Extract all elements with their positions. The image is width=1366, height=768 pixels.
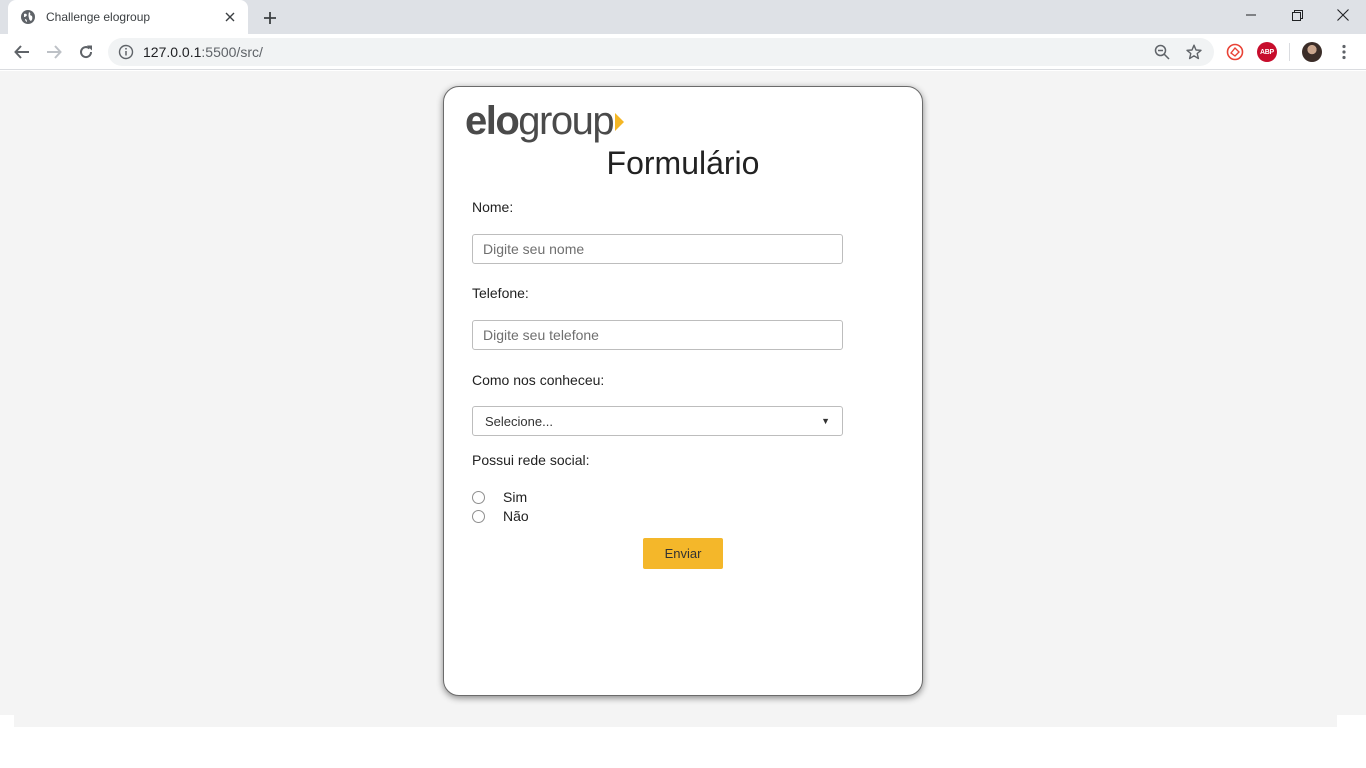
profile-avatar[interactable]	[1302, 42, 1322, 62]
source-select[interactable]: Selecione... ▼	[472, 406, 843, 436]
info-icon[interactable]	[118, 44, 134, 60]
radio-option-sim[interactable]: Sim	[472, 489, 527, 505]
name-input[interactable]	[472, 234, 843, 264]
phone-label: Telefone:	[472, 285, 529, 301]
toolbar-divider	[1289, 43, 1290, 61]
radio-button-nao[interactable]	[472, 509, 485, 523]
name-label: Nome:	[472, 199, 514, 215]
browser-title-bar: Challenge elogroup	[0, 0, 1366, 34]
kebab-menu-icon[interactable]	[1334, 42, 1354, 62]
back-icon[interactable]	[8, 38, 36, 66]
browser-toolbar: 127.0.0.1:5500/src/	[0, 34, 1366, 70]
url-path: :5500/src/	[201, 44, 263, 60]
page-background-bottom	[14, 715, 1337, 727]
address-bar[interactable]: 127.0.0.1:5500/src/	[108, 38, 1214, 66]
restore-icon[interactable]	[1274, 0, 1320, 30]
radio-label-nao: Não	[503, 508, 529, 524]
form-card: elogroup Formulário Nome: Telefone: Como…	[443, 86, 923, 696]
adblock-label: ABP	[1260, 48, 1274, 56]
radio-button-sim[interactable]	[472, 490, 485, 504]
close-tab-icon[interactable]	[222, 9, 238, 25]
submit-button[interactable]: Enviar	[643, 538, 723, 569]
bookmark-star-icon[interactable]	[1186, 44, 1202, 60]
close-window-icon[interactable]	[1320, 0, 1366, 30]
source-select-value: Selecione...	[485, 413, 553, 429]
tab-title: Challenge elogroup	[46, 10, 151, 24]
browser-tab[interactable]: Challenge elogroup	[8, 0, 248, 34]
forward-icon[interactable]	[40, 38, 68, 66]
logo-text: elogroup	[465, 99, 615, 143]
globe-icon	[20, 9, 36, 25]
source-label: Como nos conheceu:	[472, 372, 605, 388]
page-viewport: elogroup Formulário Nome: Telefone: Como…	[0, 71, 1366, 768]
zoom-out-icon[interactable]	[1154, 44, 1170, 60]
social-label: Possui rede social:	[472, 452, 590, 468]
minimize-icon[interactable]	[1228, 0, 1274, 30]
dropdown-caret-icon: ▼	[821, 416, 830, 426]
adblock-icon[interactable]: ABP	[1257, 42, 1277, 62]
phone-input[interactable]	[472, 320, 843, 350]
logo-arrow-icon	[615, 113, 625, 131]
extension-icon[interactable]	[1225, 42, 1245, 62]
url-host: 127.0.0.1	[143, 44, 202, 60]
radio-option-nao[interactable]: Não	[472, 508, 529, 524]
url-text[interactable]: 127.0.0.1:5500/src/	[143, 38, 263, 66]
radio-label-sim: Sim	[503, 489, 528, 505]
new-tab-icon[interactable]	[258, 6, 282, 30]
logo-text-light: group	[518, 99, 614, 143]
elogroup-logo: elogroup	[465, 99, 625, 143]
form-title: Formulário	[606, 145, 760, 181]
reload-icon[interactable]	[72, 38, 100, 66]
logo-text-bold: elo	[465, 99, 520, 143]
